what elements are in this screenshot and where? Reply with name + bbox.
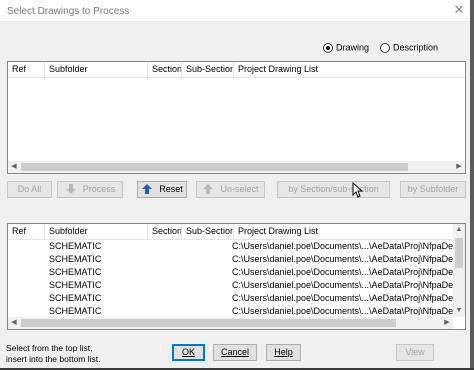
column-section[interactable]: Section: [148, 224, 182, 240]
column-ref[interactable]: Ref: [8, 224, 45, 240]
arrow-up-icon: [142, 183, 153, 194]
column-project-drawing-list[interactable]: Project Drawing List: [234, 224, 454, 240]
scroll-left-icon[interactable]: ◀: [8, 317, 20, 329]
top-horizontal-scrollbar[interactable]: ◀ ▶: [8, 161, 465, 173]
column-section[interactable]: Section: [148, 62, 182, 78]
table-row[interactable]: SCHEMATIC C:\Users\daniel.poe\Documents\…: [8, 279, 465, 292]
table-row[interactable]: SCHEMATIC C:\Users\daniel.poe\Documents\…: [8, 266, 465, 279]
by-section-button[interactable]: by Section/sub-section: [277, 181, 390, 198]
column-subfolder[interactable]: Subfolder: [45, 62, 148, 78]
row-subfolder: SCHEMATIC: [49, 241, 102, 251]
table-row[interactable]: SCHEMATIC C:\Users\daniel.poe\Documents\…: [8, 240, 465, 253]
status-line-2: insert into the bottom list.: [6, 354, 101, 364]
unselect-button[interactable]: Un-select: [196, 181, 265, 198]
radio-drawing[interactable]: Drawing: [323, 42, 369, 53]
column-subsection[interactable]: Sub-Section: [182, 224, 234, 240]
scroll-right-icon[interactable]: ▶: [453, 161, 465, 173]
scroll-down-icon[interactable]: ▼: [453, 305, 465, 317]
top-list-header: Ref Subfolder Section Sub-Section Projec…: [8, 62, 465, 78]
column-project-drawing-list[interactable]: Project Drawing List: [234, 62, 465, 78]
row-path: C:\Users\daniel.poe\Documents\...\AeData…: [232, 241, 454, 251]
cancel-button-label: Cancel: [220, 347, 249, 357]
radio-drawing-indicator[interactable]: [323, 42, 333, 53]
row-path: C:\Users\daniel.poe\Documents\...\AeData…: [232, 280, 454, 290]
row-path: C:\Users\daniel.poe\Documents\...\AeData…: [232, 254, 454, 264]
help-button[interactable]: Help: [266, 344, 301, 361]
cancel-button[interactable]: Cancel: [213, 344, 257, 361]
status-line-1: Select from the top list,: [6, 343, 93, 353]
table-row[interactable]: SCHEMATIC C:\Users\daniel.poe\Documents\…: [8, 305, 465, 315]
bottom-list-header: Ref Subfolder Section Sub-Section Projec…: [8, 224, 465, 240]
radio-description-indicator[interactable]: [380, 42, 390, 53]
title-bar: Select Drawings to Process ✕: [0, 0, 474, 22]
column-subsection[interactable]: Sub-Section: [182, 62, 234, 78]
process-button-label: Process: [82, 184, 116, 194]
scroll-left-icon[interactable]: ◀: [8, 161, 20, 173]
bottom-vertical-scrollbar[interactable]: ▲ ▼: [453, 224, 465, 317]
row-subfolder: SCHEMATIC: [49, 306, 102, 315]
by-subfolder-button[interactable]: by Subfolder: [400, 181, 466, 198]
window-title: Select Drawings to Process: [7, 6, 130, 17]
reset-button-label: Reset: [159, 184, 183, 194]
ok-button-label: OK: [181, 347, 195, 357]
reset-button[interactable]: Reset: [137, 181, 187, 198]
row-path: C:\Users\daniel.poe\Documents\...\AeData…: [232, 306, 454, 315]
arrow-up-icon: [203, 183, 214, 194]
view-button[interactable]: View: [396, 344, 434, 361]
row-path: C:\Users\daniel.poe\Documents\...\AeData…: [232, 267, 454, 277]
row-path: C:\Users\daniel.poe\Documents\...\AeData…: [232, 293, 454, 303]
ok-button[interactable]: OK: [172, 344, 205, 361]
scroll-thumb[interactable]: [21, 319, 396, 327]
row-subfolder: SCHEMATIC: [49, 293, 102, 303]
bottom-drawing-list[interactable]: Ref Subfolder Section Sub-Section Projec…: [7, 223, 466, 330]
row-subfolder: SCHEMATIC: [49, 254, 102, 264]
status-text: Select from the top list, insert into th…: [6, 343, 101, 365]
row-subfolder: SCHEMATIC: [49, 280, 102, 290]
process-button[interactable]: Process: [57, 181, 123, 198]
mouse-cursor-icon: [352, 182, 363, 198]
table-row[interactable]: SCHEMATIC C:\Users\daniel.poe\Documents\…: [8, 292, 465, 305]
window-frame-right: [470, 0, 474, 370]
unselect-button-label: Un-select: [220, 184, 259, 194]
column-subfolder[interactable]: Subfolder: [45, 224, 148, 240]
scroll-thumb[interactable]: [21, 163, 408, 171]
help-button-label: Help: [274, 347, 293, 357]
arrow-down-icon: [65, 183, 76, 194]
column-ref[interactable]: Ref: [8, 62, 45, 78]
scroll-up-icon[interactable]: ▲: [453, 224, 465, 236]
radio-drawing-label: Drawing: [336, 42, 370, 53]
bottom-horizontal-scrollbar[interactable]: ◀ ▶: [8, 317, 453, 329]
table-row[interactable]: SCHEMATIC C:\Users\daniel.poe\Documents\…: [8, 253, 465, 266]
radio-description[interactable]: Description: [380, 42, 438, 53]
radio-description-label: Description: [393, 42, 439, 53]
scroll-thumb[interactable]: [455, 238, 463, 268]
row-subfolder: SCHEMATIC: [49, 267, 102, 277]
close-icon[interactable]: ✕: [452, 3, 466, 17]
scroll-right-icon[interactable]: ▶: [441, 317, 453, 329]
do-all-button[interactable]: Do All: [7, 181, 52, 198]
top-drawing-list[interactable]: Ref Subfolder Section Sub-Section Projec…: [7, 61, 466, 174]
